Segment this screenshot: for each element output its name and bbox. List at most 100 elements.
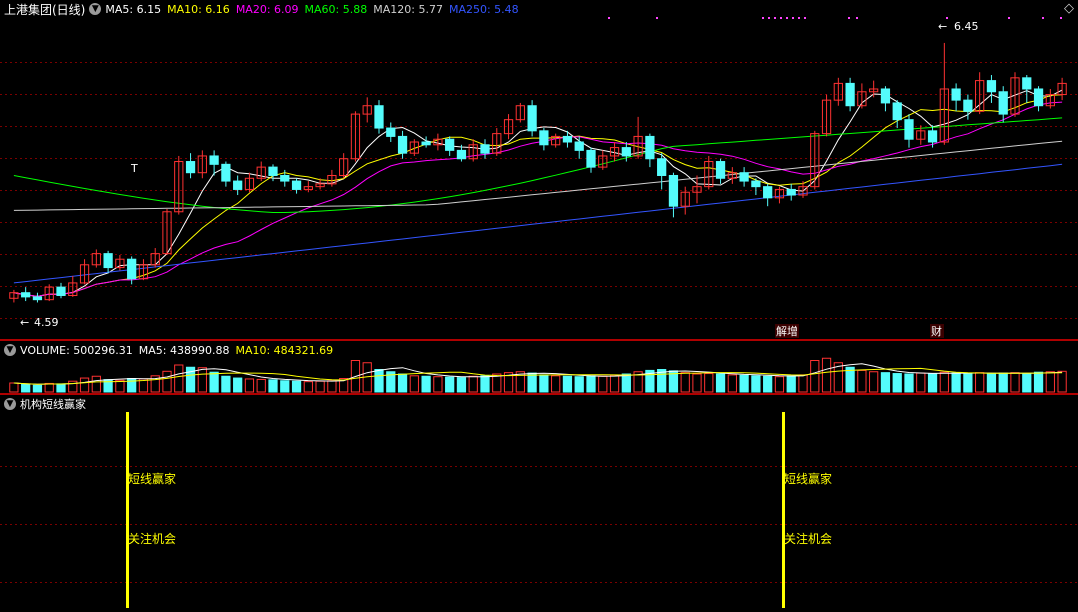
volume-bar <box>857 369 867 393</box>
ma120-line <box>13 140 1063 211</box>
candle <box>739 172 749 182</box>
candle <box>397 135 408 154</box>
candle <box>291 180 302 190</box>
volume-collapse-icon[interactable]: ▼ <box>4 344 16 356</box>
volume-pane[interactable]: ▼ VOLUME: 500296.31 MA5: 438990.88 MA10:… <box>0 340 1078 394</box>
volume-bar <box>904 373 914 393</box>
event-dot <box>946 17 948 19</box>
volume-bar <box>892 373 902 393</box>
volume-bar <box>315 380 325 393</box>
candle <box>645 135 655 160</box>
candle <box>668 174 679 207</box>
event-tag-2[interactable]: 财 <box>931 324 942 338</box>
volume-bar <box>998 372 1008 393</box>
volume-bar <box>562 375 573 393</box>
candle <box>715 161 726 179</box>
candle <box>845 82 855 107</box>
candle <box>421 141 431 146</box>
event-dot <box>848 17 850 19</box>
event-dot <box>1060 17 1062 19</box>
volume-bar <box>268 379 278 393</box>
event-dot <box>780 17 782 19</box>
candle <box>445 138 455 151</box>
indicator-pane[interactable]: ▼ 机构短线赢家 短线赢家 关注机会 短线赢家 关注机会 <box>0 394 1078 612</box>
signal-text-1a: 短线赢家 <box>128 472 177 486</box>
candle <box>233 180 243 190</box>
candle <box>880 88 891 104</box>
volume-bar <box>244 378 255 393</box>
candle <box>621 147 631 157</box>
volume-bar <box>256 378 266 393</box>
candle <box>1022 77 1032 90</box>
candle <box>21 292 31 298</box>
volume-header: ▼ VOLUME: 500296.31 MA5: 438990.88 MA10:… <box>0 341 339 359</box>
event-dot <box>656 17 658 19</box>
volume-bar <box>539 374 549 393</box>
volume-bar <box>291 380 302 393</box>
signal-line-2 <box>782 412 785 608</box>
candle <box>986 80 997 93</box>
volume-bar <box>963 373 973 393</box>
candle <box>56 286 66 296</box>
low-arrow-icon: ← <box>20 316 29 329</box>
event-dot <box>774 17 776 19</box>
volume-bar <box>468 375 478 393</box>
volume-bar <box>115 379 125 393</box>
candle <box>998 91 1008 115</box>
volume-bar <box>280 380 290 393</box>
volume-bar <box>32 384 43 393</box>
event-dot <box>1008 17 1010 19</box>
candle <box>480 144 490 154</box>
volume-bar <box>233 377 243 393</box>
volume-bar <box>939 371 949 393</box>
volume-bar <box>527 372 537 393</box>
high-price-label: 6.45 <box>954 20 979 33</box>
volume-ma10-label: MA10: 484321.69 <box>235 343 334 357</box>
event-dot <box>762 17 764 19</box>
volume-bar <box>704 373 714 393</box>
volume-bar <box>786 375 796 393</box>
candle <box>280 174 290 182</box>
candle <box>221 163 231 182</box>
event-tag-1[interactable]: 解增 <box>776 324 798 338</box>
indicator-collapse-icon[interactable]: ▼ <box>4 398 16 410</box>
candle <box>763 186 773 199</box>
candle <box>539 130 549 146</box>
candle <box>185 161 196 174</box>
volume-bar <box>763 375 773 393</box>
low-price-label: 4.59 <box>34 316 59 329</box>
signal-text-1b: 关注机会 <box>128 532 177 546</box>
candle <box>904 119 914 140</box>
volume-bar <box>739 374 749 393</box>
candle <box>786 188 796 196</box>
volume-bar <box>221 375 231 393</box>
candle <box>32 296 43 301</box>
candle <box>751 180 761 188</box>
volume-bar <box>880 372 891 393</box>
volume-bar <box>586 375 596 393</box>
event-dot <box>786 17 788 19</box>
candle <box>562 135 573 143</box>
event-dot <box>768 17 770 19</box>
candle <box>268 166 278 176</box>
volume-bar <box>409 375 419 393</box>
candle <box>586 149 596 168</box>
candle <box>927 130 938 143</box>
volume-bar <box>715 373 726 393</box>
signal-line-1 <box>126 412 129 608</box>
volume-bar <box>91 375 101 393</box>
volume-bar <box>174 364 184 393</box>
price-pane[interactable]: 上港集团(日线) ▼ MA5: 6.15 MA10: 6.16 MA20: 6.… <box>0 0 1078 340</box>
event-dot <box>804 17 806 19</box>
indicator-grid <box>0 394 1078 583</box>
volume-bar <box>209 371 219 393</box>
volume-bar <box>692 373 702 393</box>
volume-bar <box>751 375 761 393</box>
volume-bar <box>374 369 384 393</box>
event-dot <box>608 17 610 19</box>
price-chart[interactable]: 4.59 ← 6.45 ← T 解增 财 <box>0 0 1078 340</box>
volume-bar <box>9 382 19 393</box>
candle <box>456 149 467 160</box>
volume-bar <box>421 375 431 393</box>
candle <box>963 99 973 112</box>
